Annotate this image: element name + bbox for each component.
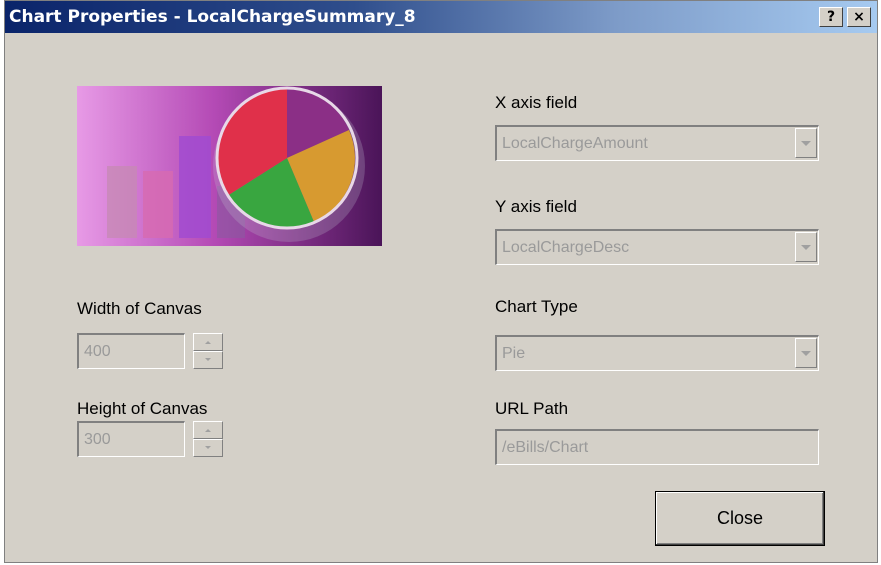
spin-up-icon[interactable] [193,333,223,351]
canvas-width-label: Width of Canvas [77,299,202,318]
url-path-label: URL Path [495,399,569,418]
canvas-height-input[interactable]: 300 [77,421,185,457]
window-title: Chart Properties - LocalChargeSummary_8 [9,7,416,27]
chart-properties-dialog: Chart Properties - LocalChargeSummary_8 … [4,0,878,563]
y-axis-value: LocalChargeDesc [502,239,630,256]
close-button[interactable]: Close [655,491,825,546]
canvas-width-spinner[interactable] [193,333,223,369]
canvas-height-label: Height of Canvas [77,399,208,418]
close-window-button[interactable]: × [847,7,871,27]
spin-down-icon[interactable] [193,439,223,457]
chevron-down-icon[interactable] [795,338,817,368]
spin-up-icon[interactable] [193,421,223,439]
canvas-width-input[interactable]: 400 [77,333,185,369]
title-bar[interactable]: Chart Properties - LocalChargeSummary_8 … [5,1,877,33]
x-axis-label: X axis field [495,93,578,112]
x-axis-select[interactable]: LocalChargeAmount [495,125,819,161]
chart-type-value: Pie [502,345,526,362]
canvas-height-spinner[interactable] [193,421,223,457]
chevron-down-icon[interactable] [795,128,817,158]
y-axis-label: Y axis field [495,197,577,216]
chevron-down-icon[interactable] [795,232,817,262]
chart-type-label: Chart Type [495,297,578,316]
spin-down-icon[interactable] [193,351,223,369]
url-path-input[interactable]: /eBills/Chart [495,429,819,465]
chart-type-select[interactable]: Pie [495,335,819,371]
x-axis-value: LocalChargeAmount [502,135,648,152]
y-axis-select[interactable]: LocalChargeDesc [495,229,819,265]
help-button[interactable]: ? [819,7,843,27]
chart-preview-icon [77,86,382,246]
